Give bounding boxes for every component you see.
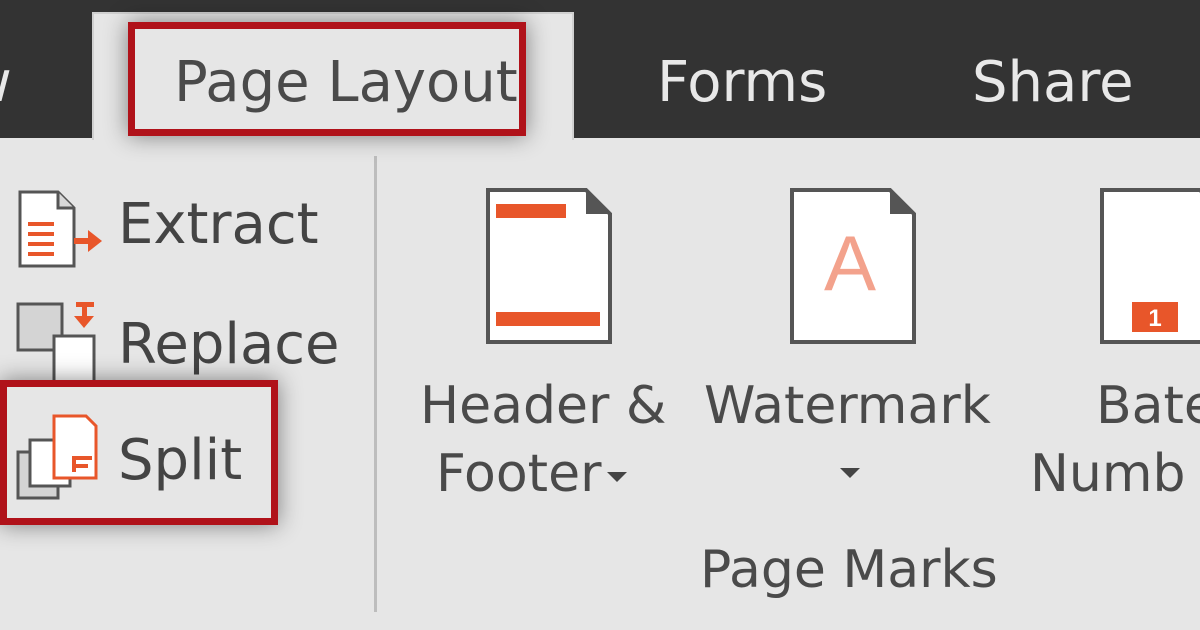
chevron-down-icon <box>840 468 860 478</box>
bates-label-line1: Bate <box>1096 376 1200 436</box>
extract-pages-icon <box>18 190 102 268</box>
header-footer-icon <box>486 188 612 344</box>
tab-page-layout-label: Page Layout <box>174 50 518 115</box>
tab-forms[interactable]: Forms <box>657 48 827 118</box>
tab-share[interactable]: Share <box>972 48 1134 118</box>
bates-badge-number: 1 <box>1148 305 1161 332</box>
watermark-glyph: A <box>824 219 876 307</box>
watermark-label: Watermark <box>704 376 991 436</box>
bates-label-line2: Numb <box>1030 444 1186 504</box>
header-footer-label-text: Footer <box>436 444 602 504</box>
split-document-icon <box>16 414 98 500</box>
chevron-down-icon <box>607 472 628 482</box>
replace-label: Replace <box>118 312 340 377</box>
header-footer-label-line1: Header & <box>420 376 667 436</box>
bates-numbering-icon: 1 <box>1100 188 1200 344</box>
header-footer-label-line2: Footer <box>436 440 628 508</box>
tab-view-partial[interactable]: w <box>0 48 12 118</box>
group-divider <box>374 156 377 612</box>
split-label: Split <box>118 428 243 493</box>
header-footer-button[interactable]: Header & Footer <box>420 186 690 516</box>
replace-pages-icon <box>16 302 96 386</box>
bates-numbering-button[interactable]: 1 Bate Numb <box>1030 186 1200 516</box>
page-marks-group-label: Page Marks <box>700 540 998 600</box>
tab-page-layout[interactable]: Page Layout <box>92 12 574 140</box>
watermark-button[interactable]: A Watermark <box>704 186 1004 516</box>
extract-label: Extract <box>118 192 319 257</box>
watermark-icon: A <box>790 188 916 344</box>
